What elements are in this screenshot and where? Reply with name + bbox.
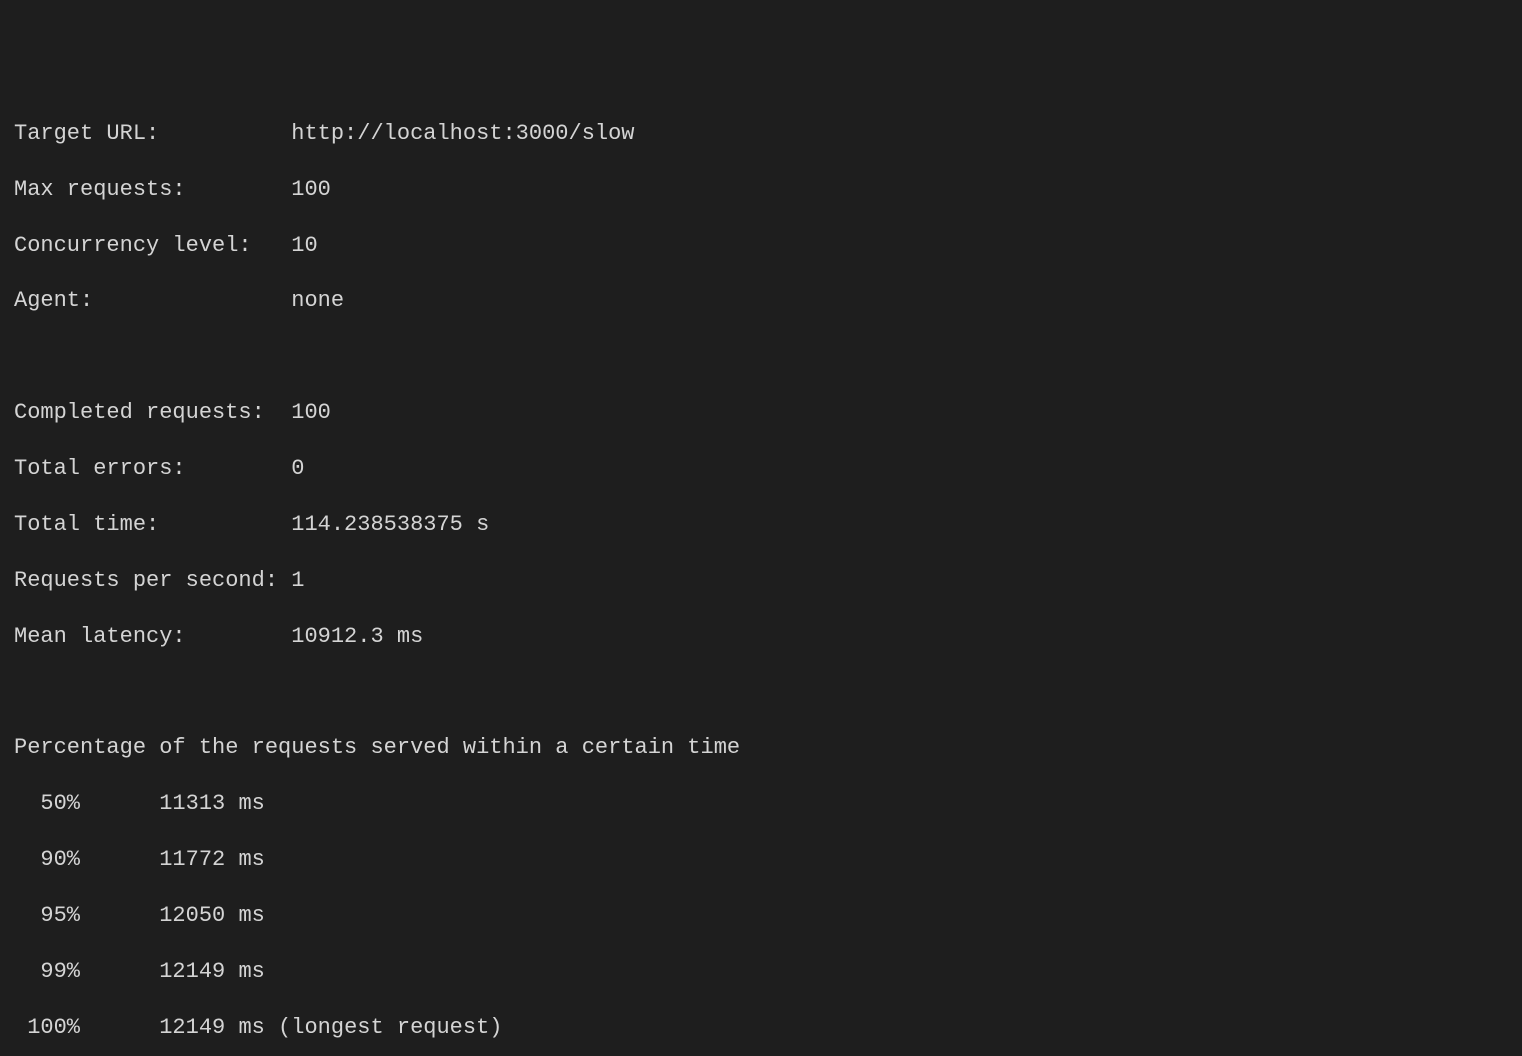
label-errors: Total errors:	[14, 455, 291, 483]
percentile-pct: 50%	[14, 790, 159, 818]
row-total-time: Total time: 114.238538375 s	[14, 511, 1508, 539]
row-mean-latency: Mean latency: 10912.3 ms	[14, 623, 1508, 651]
percentile-pct: 99%	[14, 958, 159, 986]
value-rps: 1	[291, 568, 304, 593]
label-max-requests: Max requests:	[14, 176, 291, 204]
label-concurrency: Concurrency level:	[14, 232, 291, 260]
value-mean-latency: 10912.3 ms	[291, 624, 423, 649]
value-agent: none	[291, 288, 344, 313]
row-max-requests: Max requests: 100	[14, 176, 1508, 204]
label-rps: Requests per second:	[14, 567, 291, 595]
percentile-row: 99% 12149 ms	[14, 958, 1508, 986]
percentiles-heading: Percentage of the requests served within…	[14, 734, 1508, 762]
percentile-row: 50% 11313 ms	[14, 790, 1508, 818]
percentile-row: 95% 12050 ms	[14, 902, 1508, 930]
row-errors: Total errors: 0	[14, 455, 1508, 483]
label-total-time: Total time:	[14, 511, 291, 539]
label-agent: Agent:	[14, 287, 291, 315]
blank-line	[14, 343, 1508, 371]
value-errors: 0	[291, 456, 304, 481]
percentile-time: 12149 ms (longest request)	[159, 1015, 502, 1040]
percentile-pct: 100%	[14, 1014, 159, 1042]
label-completed: Completed requests:	[14, 399, 291, 427]
blank-line	[14, 679, 1508, 707]
percentile-time: 12050 ms	[159, 903, 265, 928]
percentile-pct: 95%	[14, 902, 159, 930]
row-target-url: Target URL: http://localhost:3000/slow	[14, 120, 1508, 148]
label-mean-latency: Mean latency:	[14, 623, 291, 651]
row-agent: Agent: none	[14, 287, 1508, 315]
percentile-row: 100% 12149 ms (longest request)	[14, 1014, 1508, 1042]
value-concurrency: 10	[291, 233, 317, 258]
label-target-url: Target URL:	[14, 120, 291, 148]
percentile-time: 11313 ms	[159, 791, 265, 816]
value-max-requests: 100	[291, 177, 331, 202]
row-completed: Completed requests: 100	[14, 399, 1508, 427]
percentile-time: 11772 ms	[159, 847, 265, 872]
value-total-time: 114.238538375 s	[291, 512, 489, 537]
value-completed: 100	[291, 400, 331, 425]
percentile-pct: 90%	[14, 846, 159, 874]
percentile-row: 90% 11772 ms	[14, 846, 1508, 874]
value-target-url: http://localhost:3000/slow	[291, 121, 634, 146]
row-concurrency: Concurrency level: 10	[14, 232, 1508, 260]
percentile-time: 12149 ms	[159, 959, 265, 984]
row-rps: Requests per second: 1	[14, 567, 1508, 595]
